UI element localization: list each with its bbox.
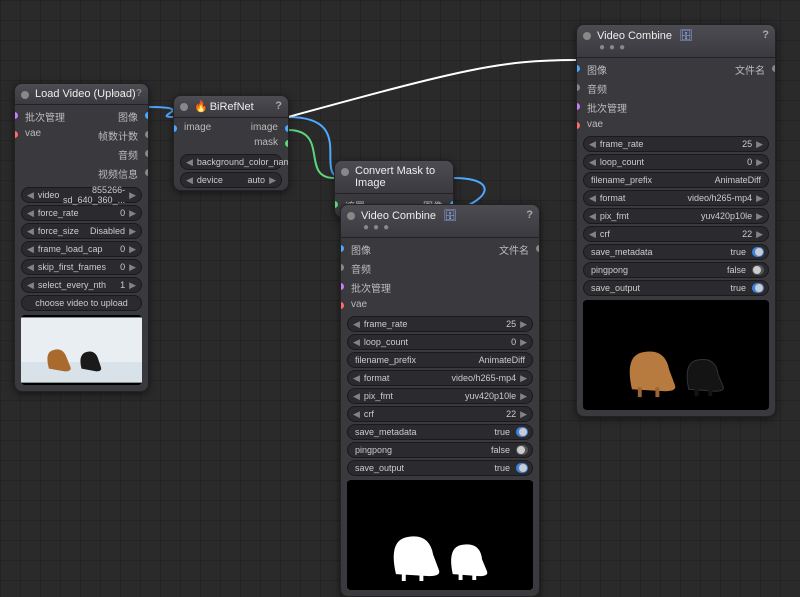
param-frame-load-cap[interactable]: ◀frame_load_cap0▶: [21, 241, 142, 257]
param-save-metadata[interactable]: save_metadatatrue: [347, 424, 533, 440]
node-title[interactable]: Convert Mask to Image: [335, 161, 453, 194]
node-title[interactable]: 🔥BiRefNet ?: [174, 96, 288, 118]
help-icon[interactable]: ?: [136, 88, 142, 99]
help-icon[interactable]: ?: [526, 209, 533, 221]
out-info[interactable]: 视频信息: [82, 164, 149, 183]
help-icon[interactable]: ?: [762, 29, 769, 41]
in-image[interactable]: 图像: [577, 60, 676, 79]
in-batch[interactable]: 批次管理: [577, 98, 676, 117]
param-skip-first[interactable]: ◀skip_first_frames0▶: [21, 259, 142, 275]
param-force-rate[interactable]: ◀force_rate0▶: [21, 205, 142, 221]
title-text: Video Combine: [361, 210, 436, 222]
preview-rgb: [583, 300, 769, 410]
node-video-combine-rgb[interactable]: Video Combine 🗄 ●●● ? 图像 音频 批次管理 vae 文件名…: [576, 24, 776, 417]
param-device[interactable]: ◀deviceauto▶: [180, 172, 282, 188]
dots-icon: ●●●: [361, 222, 531, 233]
in-batch[interactable]: 批次管理: [15, 107, 82, 126]
stack-icon: 🗄: [675, 30, 693, 42]
param-frame-rate[interactable]: ◀frame_rate25▶: [583, 136, 769, 152]
title-text: Convert Mask to Image: [355, 165, 435, 189]
out-audio[interactable]: 音频: [82, 145, 149, 164]
param-force-size[interactable]: ◀force_sizeDisabled▶: [21, 223, 142, 239]
more-icon: ⋯: [122, 88, 132, 99]
param-crf[interactable]: ◀crf22▶: [347, 406, 533, 422]
out-framecount[interactable]: 帧数计数: [82, 126, 149, 145]
param-pingpong[interactable]: pingpongfalse: [347, 442, 533, 458]
node-video-combine-mask[interactable]: Video Combine 🗄 ●●● ? 图像 音频 批次管理 vae 文件名…: [340, 204, 540, 597]
param-save-output[interactable]: save_outputtrue: [583, 280, 769, 296]
param-pixfmt[interactable]: ◀pix_fmtyuv420p10le▶: [583, 208, 769, 224]
fire-icon: 🔥: [194, 101, 208, 113]
preview-mask: [347, 480, 533, 590]
stack-icon: 🗄: [439, 210, 457, 222]
param-save-metadata[interactable]: save_metadatatrue: [583, 244, 769, 260]
param-format[interactable]: ◀formatvideo/h265-mp4▶: [583, 190, 769, 206]
param-select-nth[interactable]: ◀select_every_nth1▶: [21, 277, 142, 293]
in-vae[interactable]: vae: [15, 126, 82, 141]
in-vae[interactable]: vae: [577, 117, 676, 132]
node-title[interactable]: Load Video (Upload) ● ⋯ ?: [15, 84, 148, 105]
param-filename-prefix[interactable]: filename_prefixAnimateDiff: [347, 352, 533, 368]
param-pingpong[interactable]: pingpongfalse: [583, 262, 769, 278]
param-filename-prefix[interactable]: filename_prefixAnimateDiff: [583, 172, 769, 188]
in-image[interactable]: image: [174, 120, 231, 135]
param-frame-rate[interactable]: ◀frame_rate25▶: [347, 316, 533, 332]
out-filename[interactable]: 文件名: [676, 60, 775, 79]
param-bgcolor[interactable]: ◀background_color_name▶: [180, 154, 282, 170]
title-icons: ● ⋯ ?: [112, 88, 142, 99]
param-loop-count[interactable]: ◀loop_count0▶: [583, 154, 769, 170]
param-video[interactable]: ◀video855266-sd_640_360_...▶: [21, 187, 142, 203]
in-audio[interactable]: 音频: [341, 259, 440, 278]
param-pixfmt[interactable]: ◀pix_fmtyuv420p10le▶: [347, 388, 533, 404]
help-icon[interactable]: ?: [275, 100, 282, 112]
param-save-output[interactable]: save_outputtrue: [347, 460, 533, 476]
in-batch[interactable]: 批次管理: [341, 278, 440, 297]
in-image[interactable]: 图像: [341, 240, 440, 259]
out-mask[interactable]: mask: [231, 135, 288, 150]
pin-icon: ●: [112, 88, 118, 99]
title-text: Video Combine: [597, 30, 672, 42]
param-format[interactable]: ◀formatvideo/h265-mp4▶: [347, 370, 533, 386]
node-birefnet[interactable]: 🔥BiRefNet ? image image mask ◀background…: [173, 95, 289, 191]
node-load-video[interactable]: Load Video (Upload) ● ⋯ ? 批次管理 vae 图像 帧数…: [14, 83, 149, 392]
in-audio[interactable]: 音频: [577, 79, 676, 98]
node-title[interactable]: Video Combine 🗄 ●●● ?: [341, 205, 539, 238]
out-filename[interactable]: 文件名: [440, 240, 539, 259]
title-text: BiRefNet: [210, 101, 254, 113]
param-loop-count[interactable]: ◀loop_count0▶: [347, 334, 533, 350]
param-crf[interactable]: ◀crf22▶: [583, 226, 769, 242]
choose-video-button[interactable]: choose video to upload: [21, 295, 142, 311]
preview-image: [21, 315, 142, 385]
in-vae[interactable]: vae: [341, 297, 440, 312]
out-image[interactable]: image: [231, 120, 288, 135]
node-title[interactable]: Video Combine 🗄 ●●● ?: [577, 25, 775, 58]
dots-icon: ●●●: [597, 42, 767, 53]
out-image[interactable]: 图像: [82, 107, 149, 126]
